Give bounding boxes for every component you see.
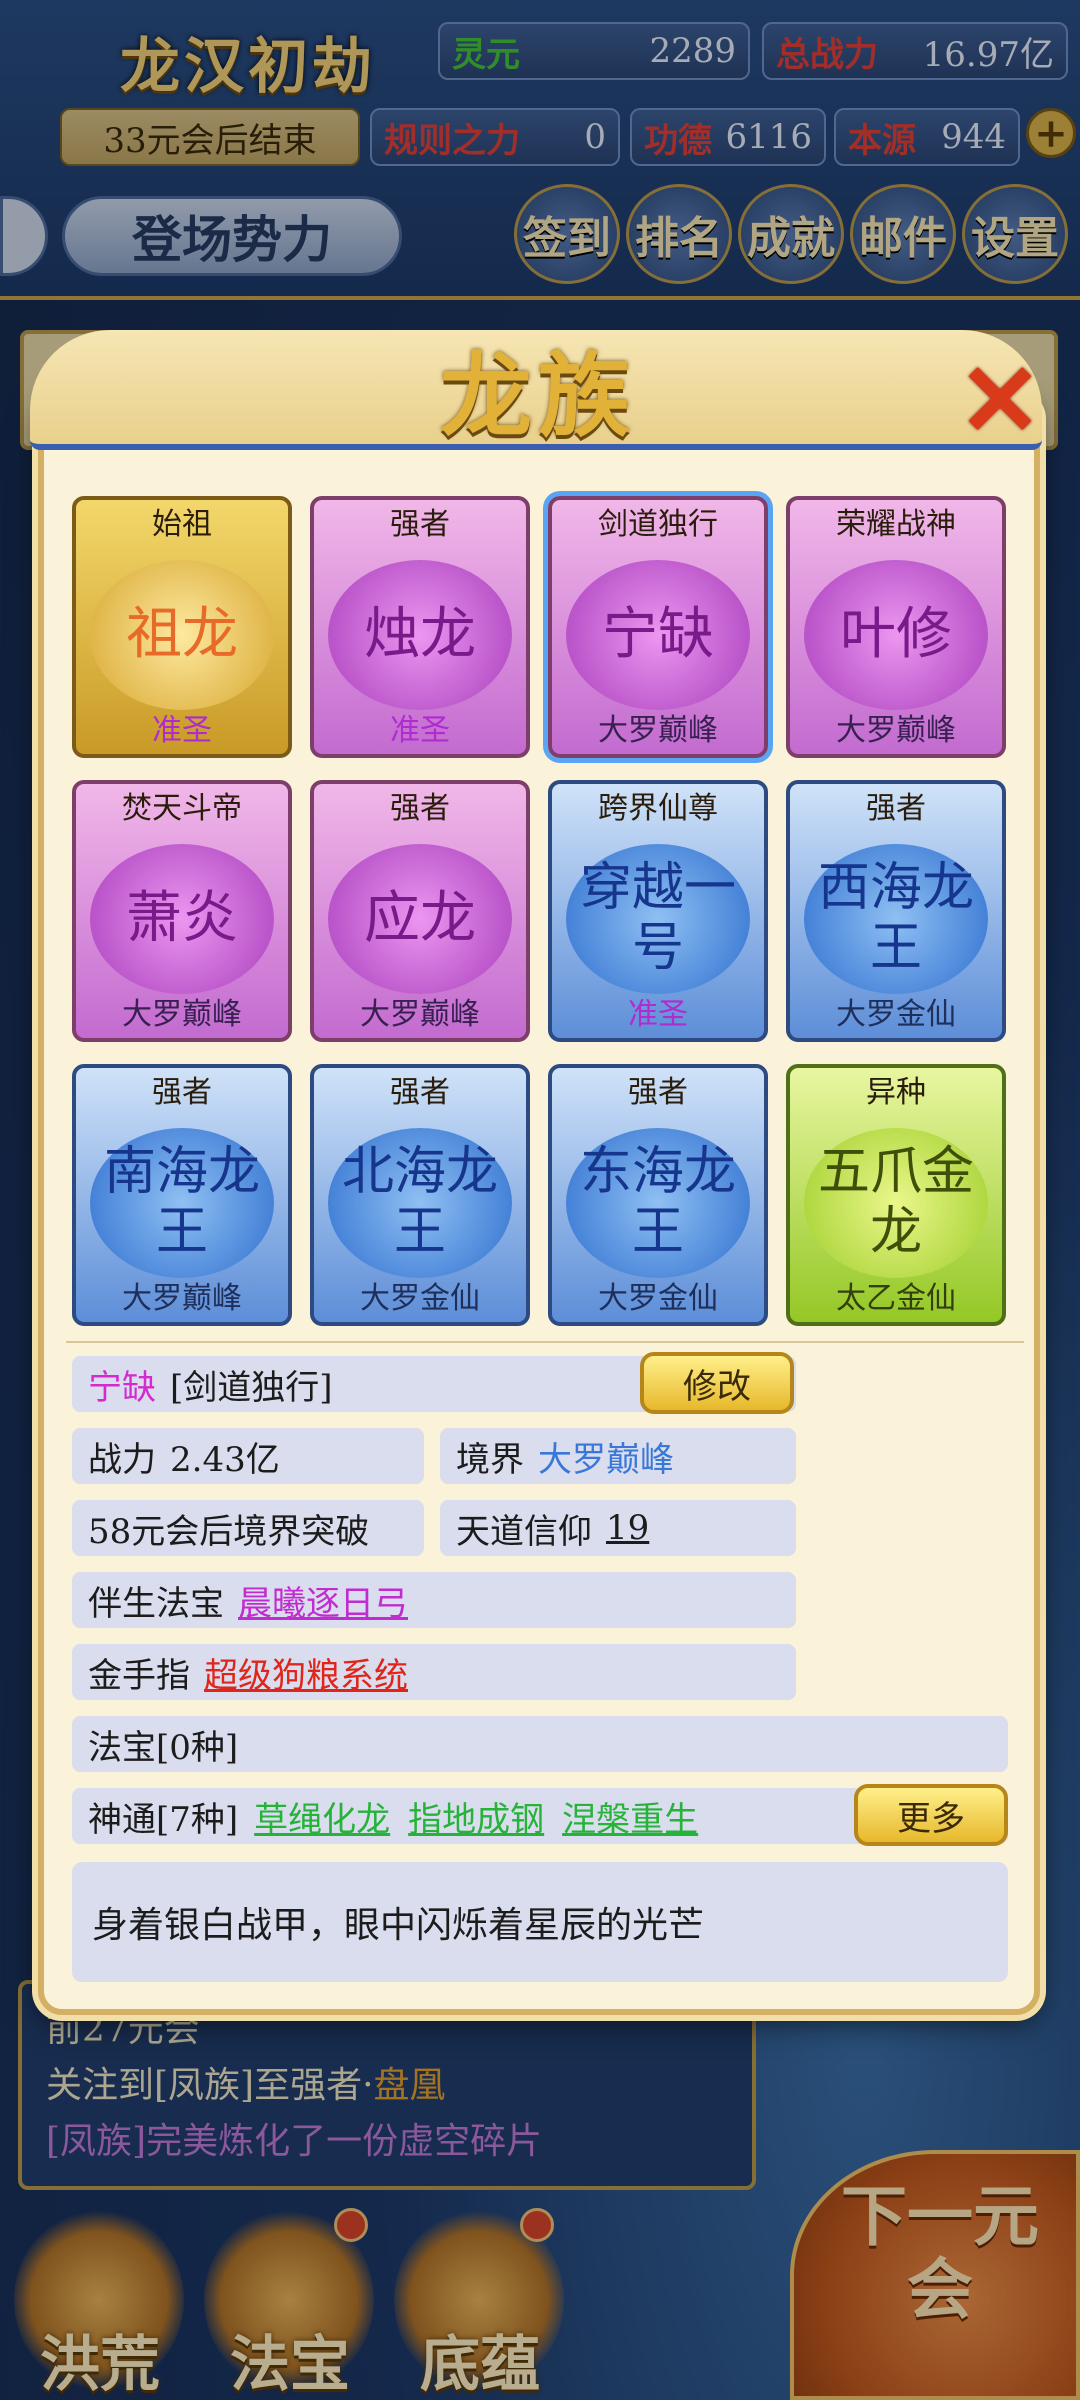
realm-row: 境界 大罗巅峰: [440, 1428, 796, 1484]
golden-finger-link[interactable]: 超级狗粮系统: [204, 1648, 408, 1697]
character-name: 五爪金龙: [804, 1128, 988, 1278]
character-title: 异种: [866, 1075, 926, 1110]
character-card[interactable]: 强者南海龙王 大罗巅峰: [72, 1064, 292, 1326]
character-rank: 大罗巅峰: [122, 1281, 242, 1316]
character-title: 焚天斗帝: [122, 791, 242, 826]
character-name: 烛龙: [328, 560, 512, 710]
character-name: 北海龙王: [328, 1128, 512, 1278]
character-rank: 大罗巅峰: [836, 713, 956, 748]
golden-finger-row: 金手指 超级狗粮系统: [72, 1644, 796, 1700]
character-name: 南海龙王: [90, 1128, 274, 1278]
character-card[interactable]: 始祖 祖龙 准圣: [72, 496, 292, 758]
companion-treasure-row: 伴生法宝 晨曦逐日弓: [72, 1572, 796, 1628]
shentong-link[interactable]: 草绳化龙: [254, 1792, 390, 1841]
character-title: 强者: [152, 1075, 212, 1110]
power-row: 战力 2.43亿: [72, 1428, 424, 1484]
character-title: 强者: [390, 791, 450, 826]
character-rank: 大罗巅峰: [360, 997, 480, 1032]
dialog-title: 龙族: [440, 342, 637, 450]
modify-button[interactable]: 修改: [640, 1352, 794, 1414]
character-title: 强者: [628, 1075, 688, 1110]
character-title: 跨界仙尊: [598, 791, 718, 826]
character-card[interactable]: 焚天斗帝萧炎 大罗巅峰: [72, 780, 292, 1042]
character-title: 始祖: [152, 507, 212, 542]
character-title: 强者: [390, 1075, 450, 1110]
character-name: 应龙: [328, 844, 512, 994]
character-card[interactable]: 荣耀战神叶修 大罗巅峰: [786, 496, 1006, 758]
more-button[interactable]: 更多: [854, 1784, 1008, 1846]
character-rank: 准圣: [152, 713, 212, 748]
character-card[interactable]: 异种五爪金龙 太乙金仙: [786, 1064, 1006, 1326]
shentong-link[interactable]: 涅槃重生: [562, 1792, 698, 1841]
character-title: 强者: [866, 791, 926, 826]
character-title: 荣耀战神: [836, 507, 956, 542]
fabao-row: 法宝[0种]: [72, 1716, 1008, 1772]
selected-title: [剑道独行]: [170, 1367, 333, 1408]
character-card[interactable]: 跨界仙尊穿越一号 准圣: [548, 780, 768, 1042]
character-rank: 大罗巅峰: [598, 713, 718, 748]
character-card[interactable]: 强者东海龙王 大罗金仙: [548, 1064, 768, 1326]
faith-row: 天道信仰 19: [440, 1500, 796, 1556]
breakthrough-row: 58元会后境界突破: [72, 1500, 424, 1556]
character-rank: 准圣: [390, 713, 450, 748]
character-description: 身着银白战甲，眼中闪烁着星辰的光芒: [72, 1862, 1008, 1982]
character-name: 萧炎: [90, 844, 274, 994]
character-card[interactable]: 强者 应龙 大罗巅峰: [310, 780, 530, 1042]
character-card[interactable]: 剑道独行宁缺 大罗巅峰: [548, 496, 768, 758]
character-name: 宁缺: [566, 560, 750, 710]
shentong-link[interactable]: 指地成钢: [408, 1792, 544, 1841]
character-rank: 准圣: [628, 997, 688, 1032]
character-title: 剑道独行: [598, 507, 718, 542]
character-card[interactable]: 强者 烛龙 准圣: [310, 496, 530, 758]
character-name: 叶修: [804, 560, 988, 710]
character-name: 祖龙: [90, 560, 274, 710]
character-card[interactable]: 强者北海龙王 大罗金仙: [310, 1064, 530, 1326]
character-rank: 大罗金仙: [836, 997, 956, 1032]
character-name: 东海龙王: [566, 1128, 750, 1278]
close-icon[interactable]: ✕: [955, 350, 1045, 450]
character-rank: 太乙金仙: [836, 1281, 956, 1316]
character-title: 强者: [390, 507, 450, 542]
divider: [66, 1341, 1024, 1343]
character-rank: 大罗金仙: [598, 1281, 718, 1316]
selected-name: 宁缺: [88, 1367, 156, 1408]
character-card[interactable]: 强者西海龙王 大罗金仙: [786, 780, 1006, 1042]
character-rank: 大罗金仙: [360, 1281, 480, 1316]
character-name: 穿越一号: [566, 844, 750, 994]
character-name: 西海龙王: [804, 844, 988, 994]
treasure-link[interactable]: 晨曦逐日弓: [238, 1576, 408, 1625]
character-rank: 大罗巅峰: [122, 997, 242, 1032]
